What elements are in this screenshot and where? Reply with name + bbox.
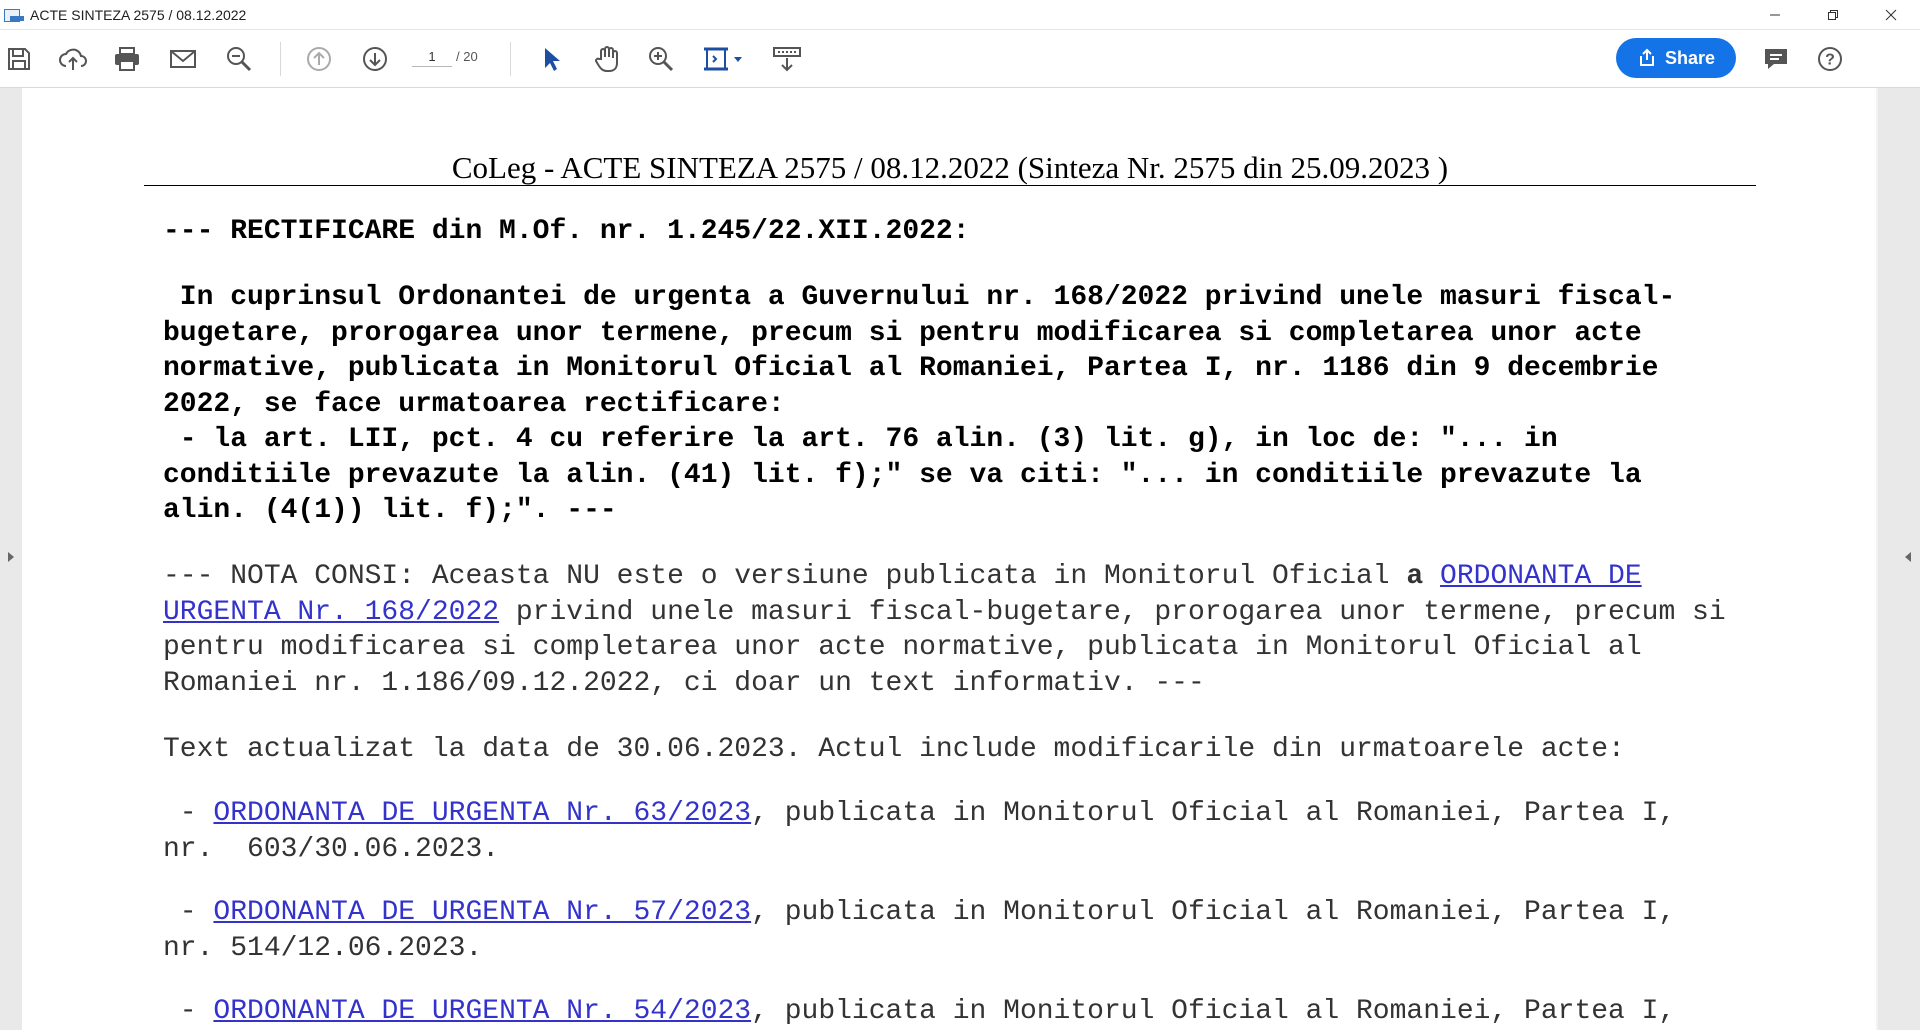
zoom-in-button[interactable] (644, 42, 678, 76)
close-button[interactable] (1862, 0, 1920, 29)
page-header: CoLeg - ACTE SINTEZA 2575 / 08.12.2022 (… (451, 150, 1449, 185)
right-panel-toggle[interactable] (1878, 88, 1920, 1030)
expand-right-icon (1905, 552, 1911, 562)
oug-57-link[interactable]: ORDONANTA DE URGENTA Nr. 57/2023 (213, 897, 751, 928)
restore-icon (1828, 9, 1838, 20)
upload-button[interactable] (56, 42, 90, 76)
oug-168-link[interactable]: URGENTA Nr. 168/2022 (163, 597, 499, 628)
rectificare-line: - la art. LII, pct. 4 cu referire la art… (163, 424, 1558, 455)
email-button[interactable] (166, 42, 200, 76)
document-viewer: CoLeg - ACTE SINTEZA 2575 / 08.12.2022 (… (0, 88, 1920, 1030)
prev-page-button[interactable] (302, 42, 336, 76)
act-line: nr. 603/30.06.2023. (163, 833, 500, 865)
rectificare-line: In cuprinsul Ordonantei de urgenta a Guv… (163, 282, 1676, 313)
window-controls (1746, 0, 1920, 29)
hand-tool-button[interactable] (590, 42, 624, 76)
oug-168-link[interactable]: ORDONANTA DE (1440, 561, 1642, 592)
oug-63-link[interactable]: ORDONANTA DE URGENTA Nr. 63/2023 (213, 798, 751, 829)
restore-button[interactable] (1804, 0, 1862, 29)
rectificare-line: conditiile prevazute la alin. (41) lit. … (163, 459, 1642, 491)
app-icon (4, 8, 24, 22)
read-mode-button[interactable] (770, 42, 804, 76)
print-button[interactable] (110, 42, 144, 76)
nota-line: URGENTA Nr. 168/2022 privind unele masur… (163, 596, 1726, 628)
fit-page-icon (704, 47, 742, 71)
help-button[interactable]: ? (1813, 42, 1847, 76)
rectificare-line: alin. (4(1)) lit. f);". --- (163, 495, 617, 526)
next-page-icon (363, 47, 387, 71)
page-total: / 20 (456, 49, 478, 64)
act-line: nr. 514/12.06.2023. (163, 932, 483, 964)
left-panel-toggle[interactable] (0, 88, 22, 1030)
title-bar: ACTE SINTEZA 2575 / 08.12.2022 (0, 0, 1920, 30)
nota-line: pentru modificarea si completarea unor a… (163, 632, 1642, 663)
select-tool-button[interactable] (534, 42, 568, 76)
save-button[interactable] (2, 42, 36, 76)
header-divider (144, 185, 1756, 186)
rectificare-line: bugetare, prorogarea unor termene, precu… (163, 317, 1642, 349)
nota-line: --- NOTA CONSI: Aceasta NU este o versiu… (163, 559, 1763, 595)
select-cursor-icon (545, 48, 560, 71)
act-line: - ORDONANTA DE URGENTA Nr. 57/2023, publ… (163, 897, 1676, 928)
minimize-icon (1770, 14, 1780, 15)
zoom-in-icon (649, 47, 674, 72)
read-mode-icon (773, 47, 801, 72)
share-button[interactable]: Share (1616, 38, 1736, 78)
oug-54-link[interactable]: ORDONANTA DE URGENTA Nr. 54/2023 (213, 996, 751, 1027)
rectificare-line: 2022, se face urmatoarea rectificare: (163, 388, 785, 420)
email-icon (170, 50, 196, 68)
upload-icon (59, 48, 87, 70)
svg-text:?: ? (1825, 52, 1835, 69)
act-line: - ORDONANTA DE URGENTA Nr. 54/2023, publ… (163, 996, 1676, 1027)
page-number-input[interactable] (412, 46, 452, 67)
share-icon (1639, 48, 1654, 66)
updated-text: Text actualizat la data de 30.06.2023. A… (163, 734, 1625, 765)
nota-a: a (1406, 561, 1424, 592)
minimize-button[interactable] (1746, 0, 1804, 29)
prev-page-icon (307, 47, 331, 71)
nota-line: Romaniei nr. 1.186/09.12.2022, ci doar u… (163, 667, 1205, 699)
nota-prefix: --- NOTA CONSI: Aceasta NU este o versiu… (163, 561, 1407, 592)
zoom-out-button[interactable] (222, 42, 256, 76)
window-title: ACTE SINTEZA 2575 / 08.12.2022 (30, 6, 247, 23)
rectificare-title: --- RECTIFICARE din M.Of. nr. 1.245/22.X… (163, 216, 970, 247)
expand-left-icon (8, 552, 14, 562)
act-line: - ORDONANTA DE URGENTA Nr. 63/2023, publ… (163, 798, 1676, 829)
next-page-button[interactable] (358, 42, 392, 76)
rectificare-line: normative, publicata in Monitorul Oficia… (163, 353, 1659, 384)
share-label: Share (1664, 47, 1716, 68)
print-icon (115, 47, 139, 71)
zoom-out-icon (227, 47, 252, 72)
close-icon (1885, 9, 1897, 20)
comment-button[interactable] (1759, 42, 1793, 76)
fit-page-dropdown[interactable] (700, 42, 748, 76)
pdf-page: CoLeg - ACTE SINTEZA 2575 / 08.12.2022 (… (22, 88, 1876, 1030)
comment-icon (1765, 49, 1787, 69)
help-icon: ? (1818, 47, 1842, 71)
save-icon (8, 48, 30, 70)
hand-icon (595, 46, 618, 72)
